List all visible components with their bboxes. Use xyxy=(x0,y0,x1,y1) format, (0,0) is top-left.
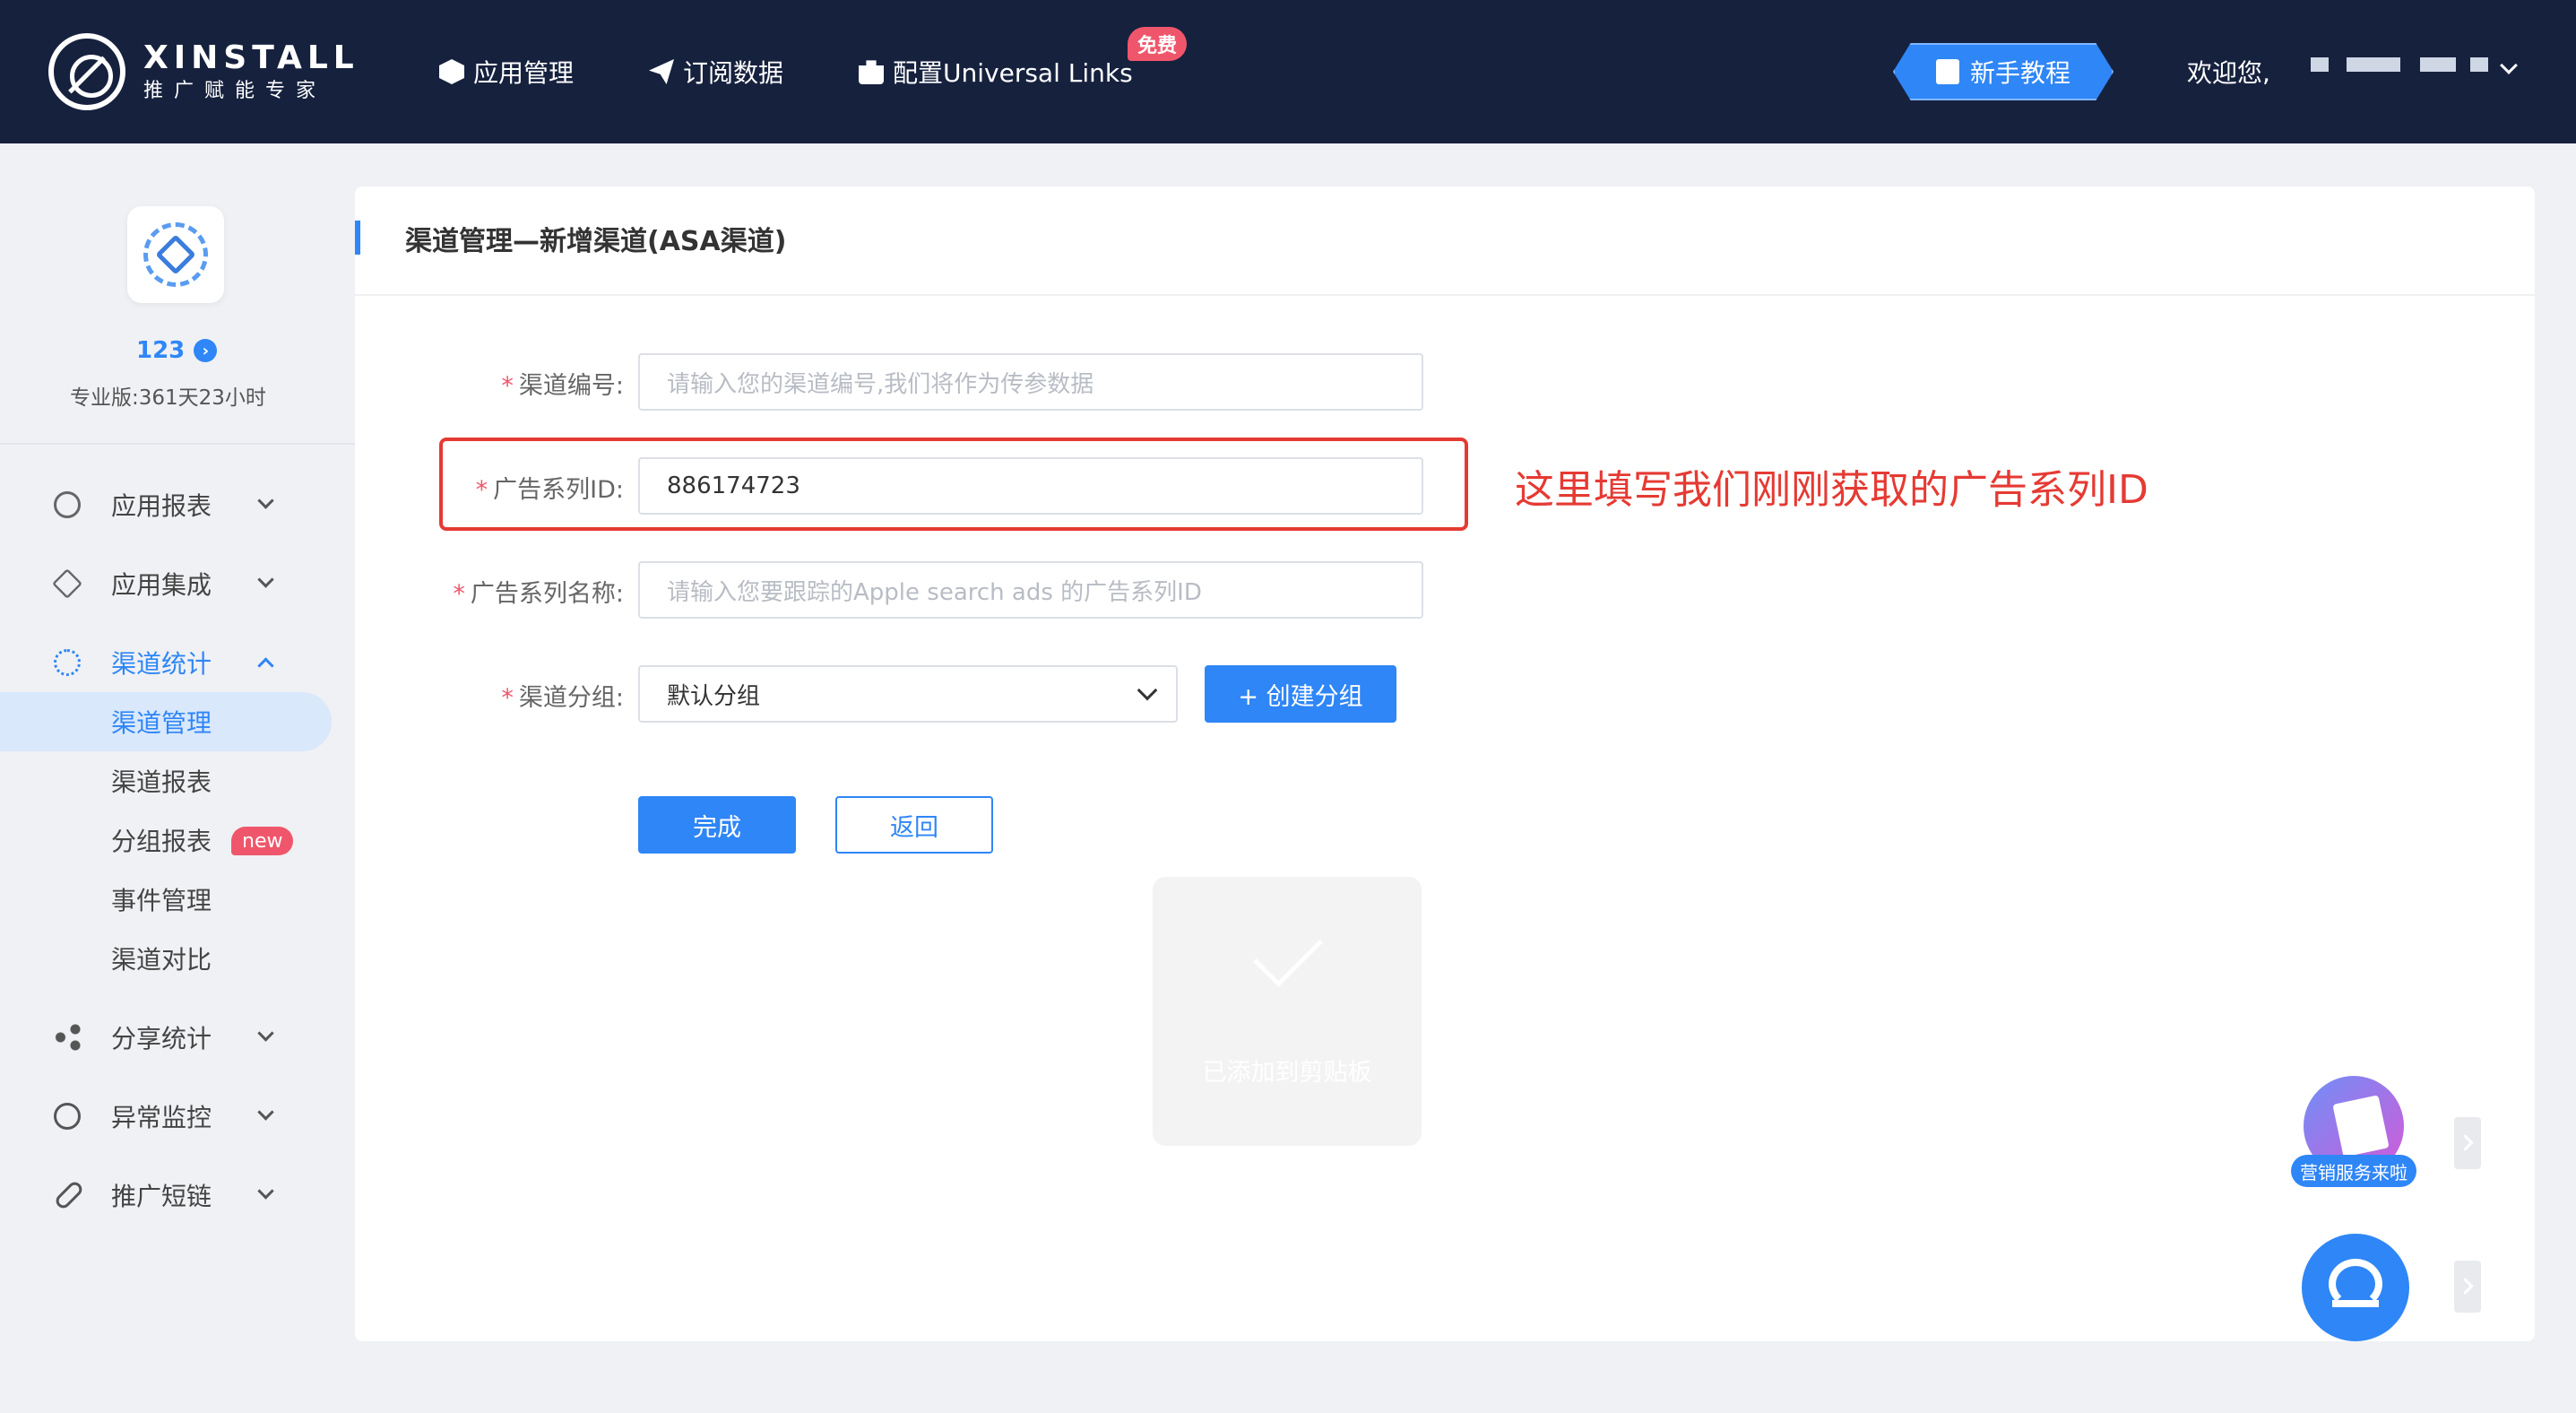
chevron-right-icon[interactable] xyxy=(2454,1117,2481,1169)
label-channel-group: * 渠道分组: xyxy=(501,684,624,712)
chevron-down-icon xyxy=(1137,680,1158,701)
tutorial-label: 新手教程 xyxy=(1969,58,2070,88)
menu-label: 异常监控 xyxy=(111,1103,212,1132)
menu-app-integration[interactable]: 应用集成 xyxy=(0,554,332,613)
submenu-label: 渠道对比 xyxy=(111,945,212,975)
app-name[interactable]: 123 › xyxy=(136,337,218,364)
submenu-label: 分组报表 xyxy=(111,827,212,856)
arrow-right-icon[interactable]: › xyxy=(194,339,218,362)
campaign-name-input[interactable]: 请输入您要跟踪的Apple search ads 的广告系列ID xyxy=(638,561,1423,619)
user-name-redacted[interactable] xyxy=(2420,57,2456,72)
title-accent xyxy=(355,221,360,255)
link-icon xyxy=(53,1179,85,1211)
new-badge: new xyxy=(231,827,294,855)
welcome-text: 欢迎您, xyxy=(2187,58,2270,88)
chevron-up-icon xyxy=(257,657,274,674)
share-icon xyxy=(54,1024,81,1051)
submenu-label: 渠道报表 xyxy=(111,767,212,797)
nav-label: 订阅数据 xyxy=(683,58,784,88)
menu-short-links[interactable]: 推广短链 xyxy=(0,1166,332,1225)
top-navbar: XINSTALL 推广赋能专家 应用管理 订阅数据 配置Universal Li… xyxy=(0,0,2576,143)
brand-title: XINSTALL xyxy=(143,39,359,76)
user-name-redacted[interactable] xyxy=(2347,57,2400,72)
pie-chart-icon xyxy=(54,491,81,518)
chevron-down-icon xyxy=(257,492,274,509)
label-campaign-name: * 广告系列名称: xyxy=(453,580,624,608)
promo-label: 营销服务来啦 xyxy=(2291,1155,2416,1187)
create-group-button[interactable]: + 创建分组 xyxy=(1205,665,1396,723)
menu-channel-stats[interactable]: 渠道统计 xyxy=(0,633,332,692)
submenu-label: 事件管理 xyxy=(111,886,212,915)
submenu-channel-reports[interactable]: 渠道报表 xyxy=(0,751,332,811)
marketing-promo[interactable]: 营销服务来啦 xyxy=(2291,1076,2416,1192)
menu-label: 分享统计 xyxy=(111,1024,212,1053)
divider xyxy=(0,443,355,445)
paper-plane-icon xyxy=(649,59,674,84)
submenu-label: 渠道管理 xyxy=(111,708,212,738)
cube-icon xyxy=(52,568,82,599)
tutorial-button[interactable]: 新手教程 xyxy=(1893,43,2114,100)
channel-no-input[interactable]: 请输入您的渠道编号,我们将作为传参数据 xyxy=(638,353,1423,411)
cube-icon xyxy=(439,59,464,84)
menu-label: 应用报表 xyxy=(111,491,212,521)
menu-app-reports[interactable]: 应用报表 xyxy=(0,475,332,534)
free-badge: 免费 xyxy=(1128,27,1187,61)
check-icon xyxy=(1253,917,1323,987)
chevron-down-icon xyxy=(257,571,274,588)
nav-label: 应用管理 xyxy=(473,58,575,88)
book-icon xyxy=(1935,59,1959,84)
annotation-text: 这里填写我们刚刚获取的广告系列ID xyxy=(1515,467,2148,513)
chevron-down-icon xyxy=(257,1025,274,1042)
briefcase-icon xyxy=(859,60,884,84)
logo-icon xyxy=(48,33,125,110)
nav-label: 配置Universal Links xyxy=(893,58,1133,88)
brand-logo[interactable]: XINSTALL 推广赋能专家 xyxy=(48,27,359,117)
toast-text: 已添加到剪贴板 xyxy=(1202,1059,1372,1087)
menu-label: 渠道统计 xyxy=(111,649,212,679)
channel-group-select[interactable]: 默认分组 xyxy=(638,665,1178,723)
label-channel-no: * 渠道编号: xyxy=(501,372,624,400)
nav-app-management[interactable]: 应用管理 xyxy=(439,52,574,91)
brand-subtitle: 推广赋能专家 xyxy=(143,80,327,102)
gauge-icon xyxy=(54,1103,81,1130)
nav-universal-links[interactable]: 配置Universal Links xyxy=(859,52,1133,91)
submenu-channel-management[interactable]: 渠道管理 xyxy=(0,692,332,751)
user-name-redacted[interactable] xyxy=(2311,57,2329,72)
back-button[interactable]: 返回 xyxy=(835,796,993,854)
chevron-down-icon xyxy=(257,1183,274,1200)
user-menu-caret-icon[interactable] xyxy=(2500,56,2518,74)
app-plan: 专业版:361天23小时 xyxy=(70,386,266,410)
menu-share-stats[interactable]: 分享统计 xyxy=(0,1008,332,1067)
menu-label: 应用集成 xyxy=(111,570,212,600)
submenu-group-reports[interactable]: 分组报表 new xyxy=(0,811,332,870)
annotation-highlight-box xyxy=(439,438,1468,531)
main-card: 渠道管理—新增渠道(ASA渠道) * 渠道编号: 请输入您的渠道编号,我们将作为传… xyxy=(355,186,2535,1341)
done-button[interactable]: 完成 xyxy=(638,796,796,854)
submenu-channel-compare[interactable]: 渠道对比 xyxy=(0,929,332,988)
chevron-down-icon xyxy=(257,1104,274,1121)
chevron-right-icon[interactable] xyxy=(2454,1261,2481,1313)
customer-support-button[interactable] xyxy=(2302,1234,2409,1341)
submenu-event-management[interactable]: 事件管理 xyxy=(0,870,332,929)
page-title: 渠道管理—新增渠道(ASA渠道) xyxy=(405,226,787,257)
cycle-icon xyxy=(54,649,81,676)
menu-anomaly-monitor[interactable]: 异常监控 xyxy=(0,1087,332,1146)
sidebar: 123 › 专业版:361天23小时 应用报表 应用集成 渠道统计 渠道管理 渠… xyxy=(0,143,355,1413)
user-name-redacted[interactable] xyxy=(2470,57,2488,72)
app-icon xyxy=(127,206,224,303)
menu-label: 推广短链 xyxy=(111,1182,212,1211)
card-header: 渠道管理—新增渠道(ASA渠道) xyxy=(355,186,2535,296)
nav-subscription-data[interactable]: 订阅数据 xyxy=(649,52,783,91)
clipboard-toast: 已添加到剪贴板 xyxy=(1153,877,1422,1146)
